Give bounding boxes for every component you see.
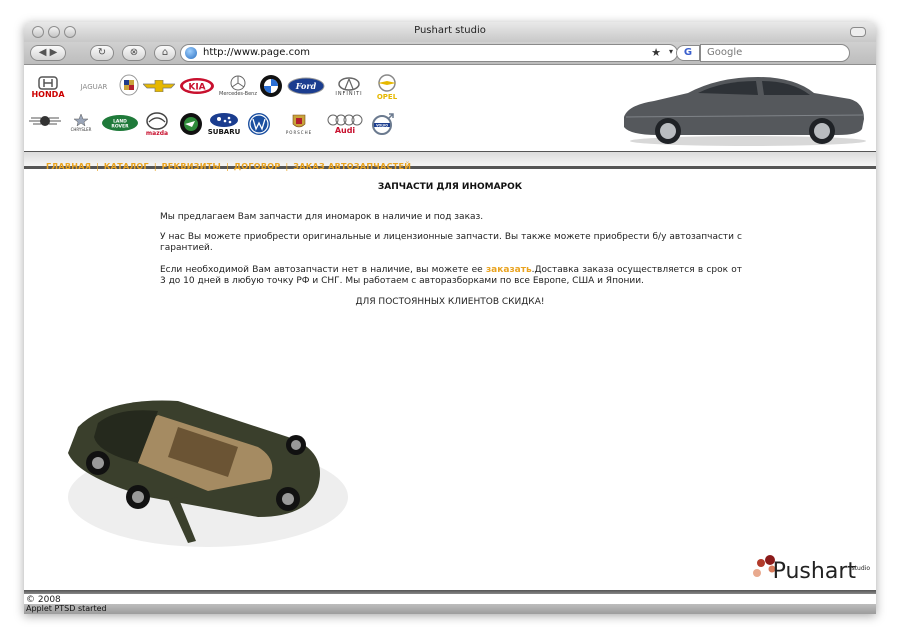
order-link[interactable]: заказать — [486, 265, 532, 275]
offer-paragraph: У нас Вы можете приобрести оригинальные … — [160, 232, 742, 253]
search-engine-button[interactable]: G — [676, 45, 700, 61]
nav-separator: | — [226, 162, 229, 171]
discount-notice: ДЛЯ ПОСТОЯННЫХ КЛИЕНТОВ СКИДКА! — [355, 297, 545, 307]
site-favicon-icon — [185, 47, 197, 59]
svg-text:KIA: KIA — [188, 83, 205, 93]
intro-paragraph: Мы предлагаем Вам запчасти для иномарок … — [160, 212, 484, 222]
window-title: Pushart studio — [414, 25, 486, 36]
reload-button[interactable]: ↻ — [90, 45, 114, 61]
site-header: HONDA JAGUAR KIA Mercedes-Benz Ford INFI… — [24, 65, 876, 171]
skoda-logo[interactable] — [178, 111, 204, 137]
nav-link-catalog[interactable]: КАТАЛОГ — [104, 162, 149, 171]
home-icon: ⌂ — [161, 47, 169, 58]
stop-icon: ⊗ — [129, 47, 139, 58]
infiniti-emblem-icon — [338, 77, 360, 91]
honda-emblem-icon — [38, 75, 58, 90]
toolbar-toggle-button[interactable] — [850, 27, 866, 37]
nav-link-home[interactable]: ГЛАВНАЯ — [46, 162, 91, 171]
skoda-arrow-icon — [180, 113, 202, 135]
browser-toolbar: ◀ ▶ ↻ ⊗ ⌂ http://www.page.com ★ ▾ G Goog… — [24, 42, 876, 65]
nav-link-order-parts[interactable]: ЗАКАЗ АВТОЗАПЧАСТЕЙ — [293, 162, 411, 171]
ford-logo[interactable]: Ford — [286, 77, 326, 95]
volkswagen-logo[interactable] — [246, 111, 272, 137]
honda-logo[interactable]: HONDA — [28, 73, 68, 101]
volkswagen-vw-icon — [248, 113, 270, 135]
brand-sup: studio — [851, 565, 870, 572]
volvo-iron-mark-icon: VOLVO — [372, 113, 394, 135]
home-button[interactable]: ⌂ — [154, 45, 176, 61]
svg-text:VOLVO: VOLVO — [376, 123, 388, 127]
mercedes-logo[interactable]: Mercedes-Benz — [218, 71, 258, 101]
subaru-stars-icon — [210, 113, 238, 127]
chrysler-logo[interactable]: CHRYSLER — [62, 109, 100, 135]
main-content: ЗАПЧАСТИ ДЛЯ ИНОМАРОК Мы предлагаем Вам … — [24, 172, 876, 590]
audi-rings-icon — [327, 114, 363, 125]
nav-separator: | — [153, 162, 157, 171]
mazda-logo[interactable]: mazda — [142, 109, 172, 139]
back-forward-buttons[interactable]: ◀ ▶ — [30, 45, 66, 61]
reload-icon: ↻ — [97, 47, 107, 58]
bookmark-star-icon[interactable]: ★ — [651, 46, 661, 59]
sedan-car-image — [624, 77, 866, 146]
brand-name: Pushart — [772, 559, 856, 584]
url-text[interactable]: http://www.page.com — [203, 47, 310, 58]
infiniti-logo[interactable]: INFINITI — [328, 73, 370, 101]
kia-oval-icon: KIA — [180, 78, 214, 94]
search-input[interactable]: Google — [700, 44, 850, 62]
svg-text:ROVER: ROVER — [111, 124, 129, 130]
address-bar[interactable]: http://www.page.com ★ ▾ — [180, 44, 678, 62]
nav-separator: | — [285, 162, 289, 171]
chrysler-star-icon — [73, 112, 89, 127]
nav-separator: | — [96, 162, 99, 171]
mini-wings-icon — [29, 116, 61, 126]
opel-logo[interactable]: OPEL — [372, 71, 402, 103]
page-title: ЗАПЧАСТИ ДЛЯ ИНОМАРОК — [377, 182, 523, 192]
mini-logo[interactable] — [28, 113, 62, 129]
chevrolet-bowtie-icon — [143, 80, 175, 92]
nav-link-contract[interactable]: ДОГОВОР — [234, 162, 281, 171]
bmw-logo[interactable] — [258, 73, 284, 99]
main-navigation: ГЛАВНАЯ | КАТАЛОГ | РЕКВИЗИТЫ | ДОГОВОР | ЗАКАЗ … — [24, 151, 876, 171]
convertible-car-image — [68, 400, 348, 547]
jaguar-logo[interactable]: JAGUAR — [70, 75, 118, 99]
nav-link-requisites[interactable]: РЕКВИЗИТЫ — [162, 162, 222, 171]
volvo-logo[interactable]: VOLVO — [370, 111, 396, 137]
pushart-brand[interactable]: Pushart studio — [750, 544, 870, 584]
footer-divider — [24, 590, 876, 594]
back-icon[interactable]: ◀ — [39, 47, 47, 58]
status-bar: Applet PTSD started — [24, 604, 876, 614]
page-footer: © 2008 Applet PTSD started — [24, 590, 876, 614]
landrover-logo[interactable]: LAND ROVER — [100, 113, 140, 133]
stop-button[interactable]: ⊗ — [122, 45, 146, 61]
cadillac-logo[interactable] — [118, 73, 140, 97]
audi-logo[interactable]: Audi — [324, 111, 366, 137]
subaru-logo[interactable]: SUBARU — [204, 109, 244, 139]
mazda-wing-icon — [146, 111, 168, 130]
porsche-crest-icon — [292, 114, 306, 127]
bmw-roundel-icon — [260, 75, 282, 97]
forward-icon[interactable]: ▶ — [50, 47, 58, 58]
url-dropdown-icon[interactable]: ▾ — [669, 47, 673, 56]
title-bar: Pushart studio — [24, 22, 876, 43]
landrover-oval-icon: LANDROVER — [102, 115, 138, 131]
svg-text:Ford: Ford — [295, 81, 317, 91]
ford-oval-icon: Ford — [287, 77, 325, 95]
cadillac-crest-icon — [119, 74, 139, 96]
delivery-paragraph: Если необходимой Вам автозапчасти нет в … — [160, 265, 742, 286]
porsche-logo[interactable]: PORSCHE — [276, 109, 322, 139]
browser-window: Pushart studio ◀ ▶ ↻ ⊗ ⌂ http://www.page… — [24, 22, 876, 614]
mercedes-star-icon — [230, 75, 246, 91]
kia-logo[interactable]: KIA — [178, 77, 216, 95]
chevrolet-logo[interactable] — [142, 79, 176, 93]
opel-blitz-icon — [378, 74, 396, 92]
